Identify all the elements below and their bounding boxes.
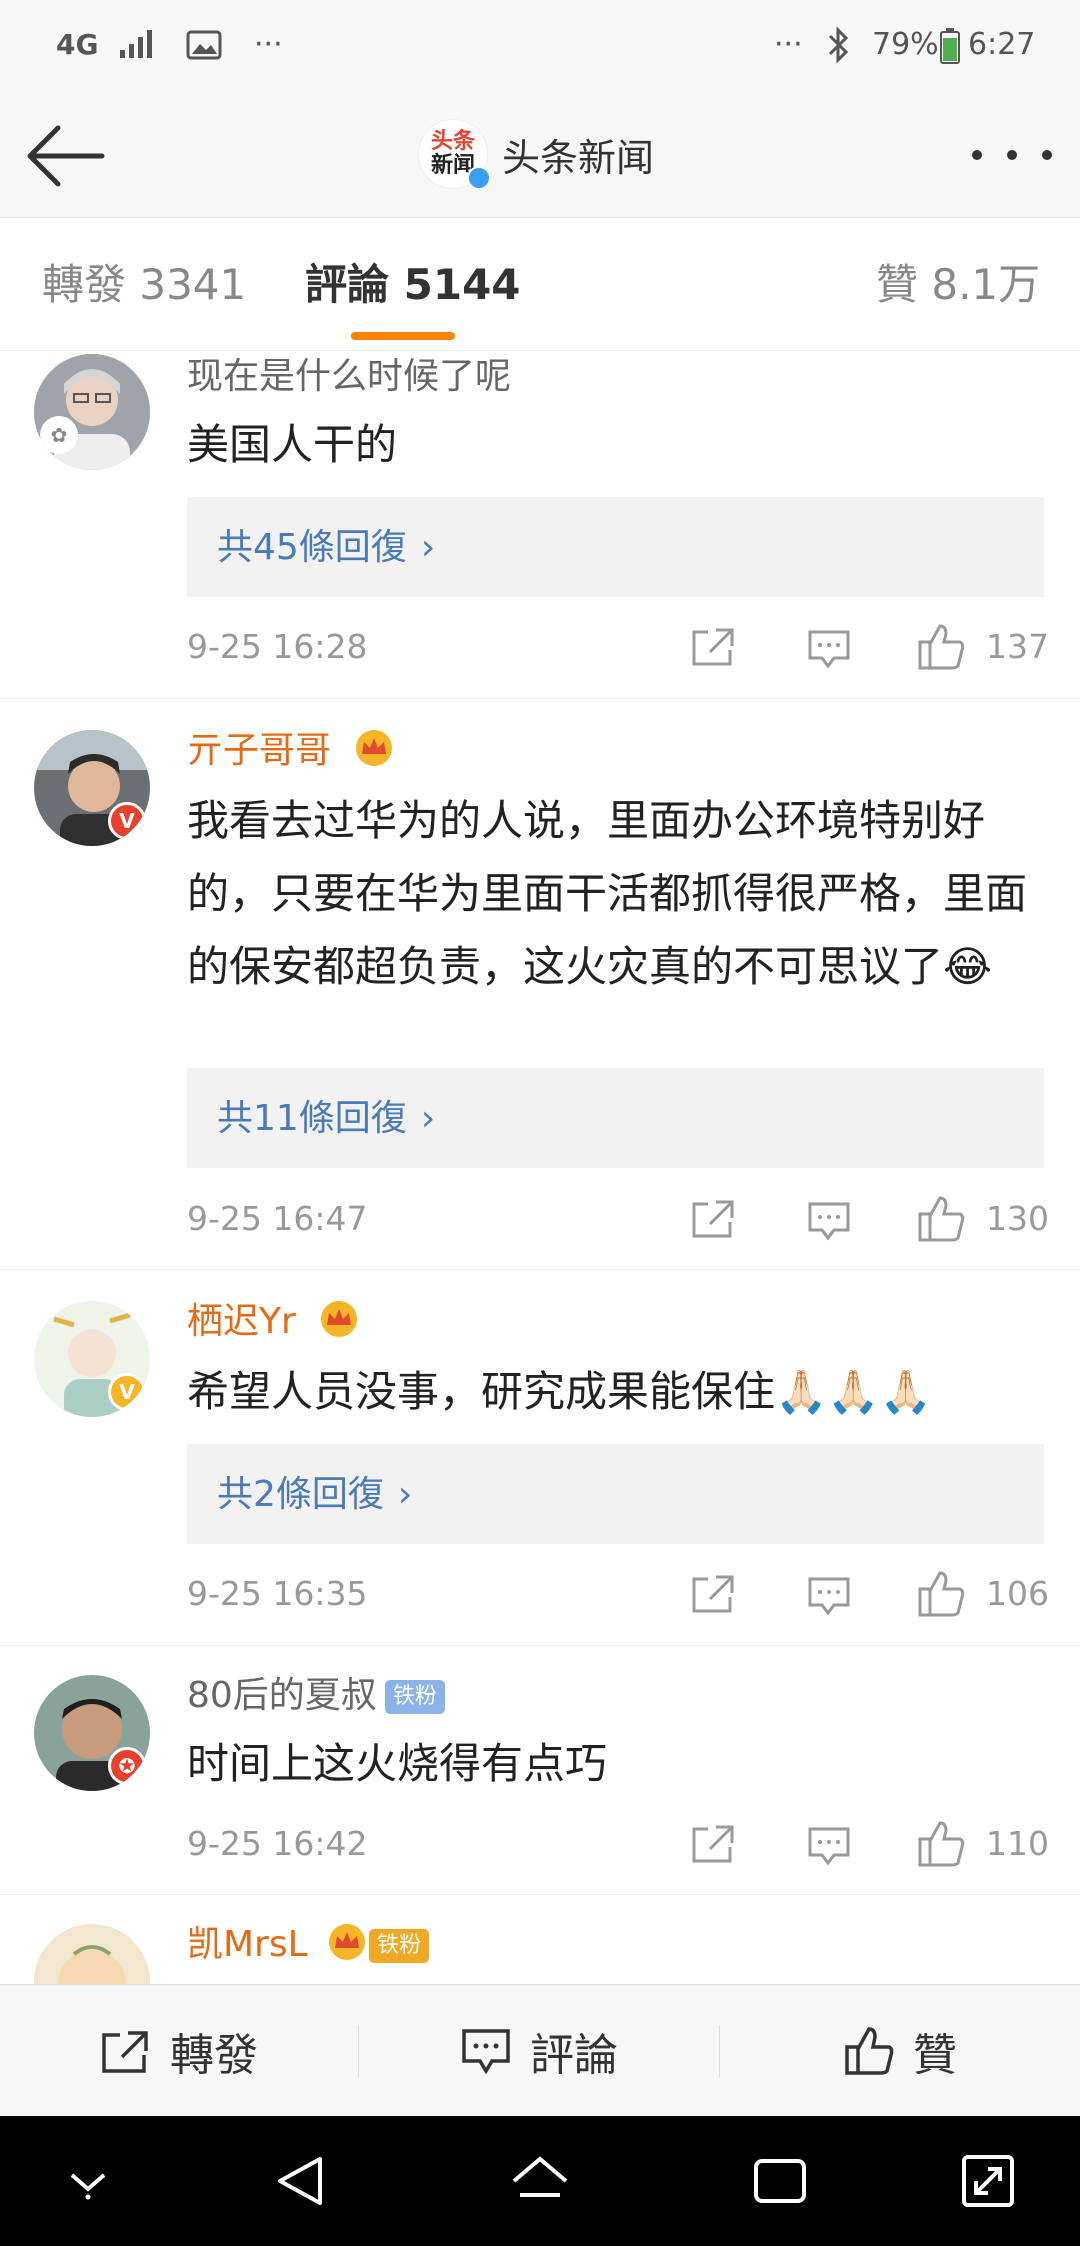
comment-time: 9-25 16:35 xyxy=(187,1574,368,1613)
reply-count-link: 共11條回復 xyxy=(217,1098,407,1139)
chevron-right-icon: › xyxy=(420,1098,436,1139)
more-dot-icon xyxy=(1042,150,1052,160)
like-icon[interactable] xyxy=(916,1569,966,1619)
like-button[interactable]: 贊 xyxy=(720,1985,1080,2117)
more-status: ··· xyxy=(774,27,803,62)
like-count: 130 xyxy=(986,1199,1049,1238)
like-icon[interactable] xyxy=(916,622,966,672)
comment-text: 时间上这火烧得有点巧 xyxy=(187,1739,608,1788)
comment-username[interactable]: 凯MrsL 铁粉 xyxy=(187,1920,430,1970)
comment-username[interactable]: 80后的夏叔 铁粉 xyxy=(187,1671,445,1721)
comment-text: 希望人员没事，研究成果能保住🙏🏻🙏🏻🙏🏻 xyxy=(187,1367,932,1416)
recent-apps-icon[interactable] xyxy=(750,2151,810,2211)
avatar[interactable]: V xyxy=(34,730,150,846)
comment-button[interactable]: 評論 xyxy=(359,1985,719,2117)
avatar[interactable]: ✿ xyxy=(34,354,150,470)
chevron-right-icon: › xyxy=(397,1474,413,1515)
bluetooth-icon xyxy=(828,26,849,64)
comment-username[interactable]: 亓子哥哥 xyxy=(187,726,396,776)
red-star-badge-icon: ✪ xyxy=(108,1747,146,1785)
comment-icon[interactable] xyxy=(806,1575,852,1617)
signal-icon xyxy=(120,30,152,58)
avatar[interactable] xyxy=(34,1924,150,1984)
comment-item: V 亓子哥哥 我看去过华为的人说，里面办公环境特别好的，只要在华为里面干活都抓得… xyxy=(0,700,1080,1270)
comment-username[interactable]: 栖迟Yr xyxy=(187,1297,361,1347)
back-triangle-icon[interactable] xyxy=(272,2151,332,2211)
fan-badge: 铁粉 xyxy=(384,1680,445,1714)
comment-time: 9-25 16:28 xyxy=(187,627,368,666)
comment-icon[interactable] xyxy=(806,628,852,670)
vip-crown-icon xyxy=(356,730,393,766)
vip-crown-icon xyxy=(329,1924,366,1960)
tab-repost[interactable]: 轉發 3341 xyxy=(42,257,246,313)
like-count: 110 xyxy=(986,1824,1049,1863)
bottom-toolbar: 轉發 評論 贊 xyxy=(0,1984,1080,2116)
nav-bar: 头条 新闻 头条新闻 xyxy=(0,90,1080,218)
comment-time: 9-25 16:42 xyxy=(187,1824,368,1863)
avatar[interactable]: V xyxy=(34,1301,150,1417)
comment-time: 9-25 16:47 xyxy=(187,1199,368,1238)
comment-item: 凯MrsL 铁粉 xyxy=(0,1896,1080,1984)
more-notifications: ··· xyxy=(254,27,283,62)
reply-count-link: 共2條回復 xyxy=(217,1474,384,1515)
chevron-right-icon: › xyxy=(420,527,436,568)
avatar[interactable]: ✪ xyxy=(34,1675,150,1791)
repost-icon[interactable] xyxy=(690,1198,736,1240)
comment-icon xyxy=(462,2029,510,2075)
reply-box[interactable]: 共45條回復 › xyxy=(187,497,1044,597)
repost-button[interactable]: 轉發 xyxy=(0,1985,358,2117)
comment-icon[interactable] xyxy=(806,1200,852,1242)
reply-count-link: 共45條回復 xyxy=(217,527,407,568)
comment-item: V 栖迟Yr 希望人员没事，研究成果能保住🙏🏻🙏🏻🙏🏻 共2條回復 › 9-25 … xyxy=(0,1271,1080,1646)
expand-down-icon[interactable] xyxy=(58,2151,118,2211)
comment-icon[interactable] xyxy=(806,1825,852,1867)
status-bar: 4G ··· ··· 79% 6:27 xyxy=(0,0,1080,90)
comment-item: ✪ 80后的夏叔 铁粉 时间上这火烧得有点巧 9-25 16:42 110 xyxy=(0,1647,1080,1895)
reply-box[interactable]: 共11條回復 › xyxy=(187,1068,1044,1168)
flower-icon: ✿ xyxy=(40,416,78,454)
image-notification-icon xyxy=(186,30,222,60)
verified-v-icon: V xyxy=(108,1373,146,1411)
like-count: 137 xyxy=(986,627,1049,666)
account-header[interactable]: 头条 新闻 头条新闻 xyxy=(418,116,654,192)
home-icon[interactable] xyxy=(510,2151,570,2211)
reply-box[interactable]: 共2條回復 › xyxy=(187,1444,1044,1544)
verified-badge-icon xyxy=(467,166,491,190)
comment-item: ✿ 现在是什么时候了呢 美国人干的 共45條回復 › 9-25 16:28 137 xyxy=(0,352,1080,699)
clock: 6:27 xyxy=(968,27,1036,62)
back-button[interactable] xyxy=(22,116,112,196)
repost-icon[interactable] xyxy=(690,1823,736,1865)
like-count: 106 xyxy=(986,1574,1049,1613)
like-icon[interactable] xyxy=(916,1819,966,1869)
more-dot-icon xyxy=(972,150,982,160)
like-icon xyxy=(845,2027,894,2075)
back-arrow-icon xyxy=(27,125,105,187)
verified-v-icon: V xyxy=(108,802,146,840)
repost-icon xyxy=(102,2031,148,2073)
tab-comments[interactable]: 評論 5144 xyxy=(305,257,521,313)
like-icon[interactable] xyxy=(916,1194,966,1244)
network-indicator: 4G xyxy=(56,28,99,61)
more-options-button[interactable] xyxy=(972,130,1052,180)
battery-percentage: 79% xyxy=(872,27,939,62)
repost-icon[interactable] xyxy=(690,1573,736,1615)
account-name: 头条新闻 xyxy=(502,135,655,180)
fan-badge: 铁粉 xyxy=(369,1929,430,1963)
vip-crown-icon xyxy=(321,1301,358,1337)
comment-username[interactable]: 现在是什么时候了呢 xyxy=(187,352,511,402)
rotate-screen-icon[interactable] xyxy=(958,2151,1018,2211)
repost-icon[interactable] xyxy=(690,626,736,668)
tab-bar: 轉發 3341 評論 5144 贊 8.1万 xyxy=(0,219,1080,351)
active-tab-indicator xyxy=(351,332,455,340)
tab-likes[interactable]: 贊 8.1万 xyxy=(876,257,1040,313)
battery-icon xyxy=(940,28,960,64)
system-nav-bar xyxy=(0,2116,1080,2246)
account-logo: 头条 新闻 xyxy=(418,119,491,190)
comment-text: 美国人干的 xyxy=(187,420,398,469)
comment-text: 我看去过华为的人说，里面办公环境特别好的，只要在华为里面干活都抓得很严格，里面的… xyxy=(187,796,1028,991)
more-dot-icon xyxy=(1007,150,1017,160)
